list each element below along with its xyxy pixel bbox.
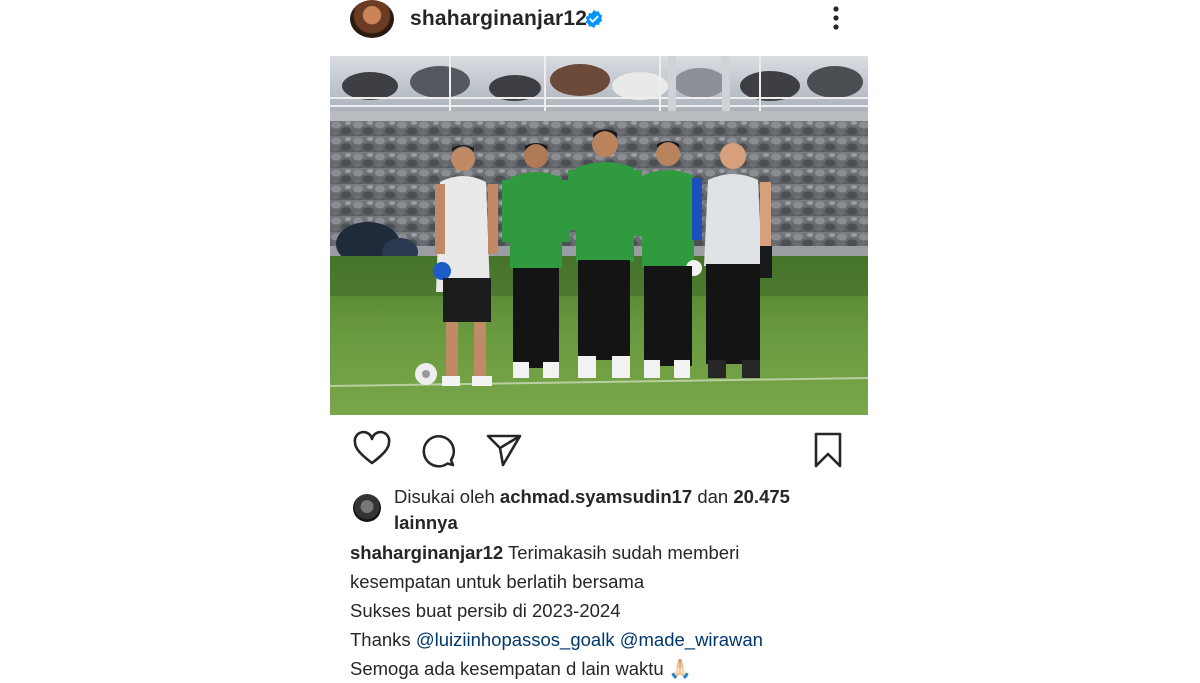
mention-link[interactable]: @made_wirawan — [620, 629, 763, 650]
caption-text: Terimakasih sudah memberi — [508, 542, 740, 563]
caption-text: Semoga ada kesempatan d lain waktu — [350, 658, 664, 679]
caption-text: Thanks — [350, 629, 411, 650]
caption-text: Sukses buat persib di 2023-2024 — [350, 600, 621, 621]
heart-icon[interactable] — [352, 430, 392, 470]
post-actions — [350, 430, 870, 470]
post-username[interactable]: shaharginanjar12 — [410, 7, 587, 31]
likes-suffix[interactable]: lainnya — [394, 512, 458, 533]
liker-avatar[interactable] — [353, 494, 381, 522]
post-header: shaharginanjar12 — [348, 0, 868, 44]
likes-count[interactable]: 20.475 — [733, 486, 790, 507]
post-caption: shaharginanjar12 Terimakasih sudah membe… — [350, 538, 870, 683]
mention-link[interactable]: @luiziinhopassos_goalk — [416, 629, 615, 650]
post-photo[interactable] — [330, 56, 868, 415]
avatar[interactable] — [350, 0, 394, 38]
likes-connector: dan — [697, 486, 729, 507]
praying-hands-emoji: 🙏🏻 — [668, 658, 692, 679]
bookmark-icon[interactable] — [808, 430, 848, 470]
caption-username[interactable]: shaharginanjar12 — [350, 542, 503, 563]
more-vertical-icon[interactable] — [826, 2, 846, 36]
comment-icon[interactable] — [418, 430, 458, 470]
paper-plane-icon[interactable] — [484, 430, 524, 470]
liker-username[interactable]: achmad.syamsudin17 — [500, 486, 692, 507]
likes-prefix: Disukai oleh — [394, 486, 495, 507]
caption-text: kesempatan untuk berlatih bersama — [350, 571, 645, 592]
verified-badge-icon — [585, 9, 603, 29]
likes-summary: Disukai oleh achmad.syamsudin17 dan 20.4… — [394, 484, 844, 536]
